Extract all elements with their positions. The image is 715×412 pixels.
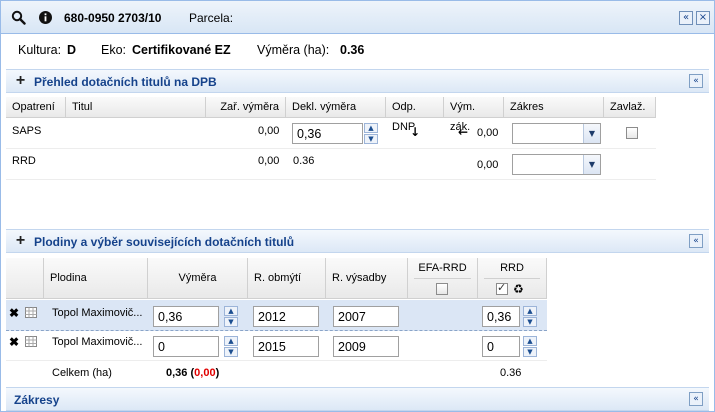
rrd-input[interactable]: 0: [482, 336, 520, 357]
total-vymera: 0,36 (0,00): [166, 367, 220, 379]
col-header-zakres[interactable]: Zákres: [504, 97, 604, 117]
grid-icon[interactable]: [25, 307, 37, 318]
r-obmyti-input[interactable]: 2015: [253, 336, 319, 357]
row-plodina: Topol Maximovič...: [52, 307, 143, 319]
search-icon[interactable]: [11, 10, 26, 25]
chevron-down-icon[interactable]: ▼: [583, 124, 600, 143]
vymera-spinner[interactable]: ▲ ▼: [224, 336, 238, 357]
section-title: Zákresy: [14, 393, 60, 407]
parcel-window: 680-0950 2703/10 Parcela: « × Kultura: D…: [0, 0, 715, 412]
efa-rrd-checkbox[interactable]: [436, 283, 448, 295]
eko-label: Eko:: [101, 43, 127, 57]
section-dotacni-tituly-header[interactable]: + Přehled dotačních titulů na DPB «: [6, 69, 709, 93]
vymera-value: 0.36: [340, 43, 365, 57]
collapse-window-button[interactable]: «: [679, 11, 693, 25]
rrd-checkbox[interactable]: ✓: [496, 281, 508, 295]
row-opatreni: SAPS: [12, 125, 42, 137]
section-zakresy-header[interactable]: Zákresy «: [6, 387, 709, 411]
row-dekl-vymera: 0.36: [293, 155, 315, 167]
r-vysadby-input[interactable]: 2007: [333, 306, 399, 327]
add-icon[interactable]: +: [13, 73, 28, 89]
spin-up-icon[interactable]: ▲: [523, 336, 537, 346]
col-header-r-obmyti[interactable]: R. obmýtí: [248, 258, 326, 298]
section-title: Plodiny a výběr souvisejících dotačních …: [34, 235, 295, 249]
col-header-zavlaz[interactable]: Zavlaž.: [604, 97, 656, 117]
r-obmyti-input[interactable]: 2012: [253, 306, 319, 327]
grid-icon[interactable]: [25, 336, 37, 347]
spin-down-icon[interactable]: ▼: [224, 347, 238, 357]
col-header-odp-dnp[interactable]: Odp. DNP: [386, 97, 444, 133]
r-vysadby-input[interactable]: 2009: [333, 336, 399, 357]
collapse-section-button[interactable]: «: [689, 392, 703, 406]
col-header-plodina[interactable]: Plodina: [44, 258, 148, 298]
col-header-vym-zak[interactable]: Vým. zák.: [444, 97, 504, 133]
spin-down-icon[interactable]: ▼: [224, 317, 238, 327]
row-plodina: Topol Maximovič...: [52, 336, 143, 348]
parcel-id: 680-0950 2703/10: [64, 11, 162, 25]
row-zar-vymera: 0,00: [258, 155, 280, 167]
delete-icon[interactable]: ✖: [9, 306, 19, 320]
row-vym-zak: 0,00: [477, 159, 499, 171]
spin-down-icon[interactable]: ▼: [364, 134, 378, 144]
dekl-vymera-spinner[interactable]: ▲ ▼: [364, 123, 378, 144]
collapse-section-button[interactable]: «: [689, 74, 703, 88]
spin-down-icon[interactable]: ▼: [523, 347, 537, 357]
window-header: 680-0950 2703/10 Parcela: « ×: [1, 1, 714, 34]
total-rrd: 0.36: [500, 367, 522, 379]
spin-up-icon[interactable]: ▲: [523, 306, 537, 316]
dekl-vymera-input[interactable]: 0,36: [292, 123, 363, 144]
zavlaz-checkbox[interactable]: [626, 127, 638, 139]
vymera-label: Výměra (ha):: [257, 43, 330, 57]
col-header-zar-vymera[interactable]: Zař. výměra: [206, 97, 286, 117]
col-header-titul[interactable]: Titul: [66, 97, 206, 117]
kultura-label: Kultura:: [18, 43, 62, 57]
recycle-icon[interactable]: ♻: [513, 282, 524, 296]
rrd-spinner[interactable]: ▲ ▼: [523, 336, 537, 357]
arrow-left-icon[interactable]: ←: [458, 125, 468, 139]
chevron-down-icon[interactable]: ▼: [583, 155, 600, 174]
col-header-vymera[interactable]: Výměra: [148, 258, 248, 298]
spin-up-icon[interactable]: ▲: [224, 306, 238, 316]
col-header-r-vysadby[interactable]: R. výsadby: [326, 258, 408, 298]
row-vym-zak: 0,00: [477, 127, 499, 139]
collapse-section-button[interactable]: «: [689, 234, 703, 248]
row-zar-vymera: 0,00: [258, 125, 280, 137]
col-header-opatreni[interactable]: Opatrení: [6, 97, 66, 117]
close-window-button[interactable]: ×: [696, 11, 710, 25]
section-plodiny-header[interactable]: + Plodiny a výběr souvisejících dotačníc…: [6, 229, 709, 253]
total-remaining: 0,00: [194, 367, 216, 379]
zakres-select[interactable]: ▼: [512, 123, 601, 144]
kultura-value: D: [67, 43, 77, 57]
spin-up-icon[interactable]: ▲: [224, 336, 238, 346]
rrd-input[interactable]: 0,36: [482, 306, 520, 327]
info-icon[interactable]: [38, 10, 53, 25]
row-opatreni: RRD: [12, 155, 36, 167]
section-title: Přehled dotačních titulů na DPB: [34, 75, 217, 89]
col-header-actions: [6, 258, 44, 298]
delete-icon[interactable]: ✖: [9, 335, 19, 349]
spin-up-icon[interactable]: ▲: [364, 123, 378, 133]
add-icon[interactable]: +: [13, 233, 28, 249]
eko-value: Certifikované EZ: [132, 43, 231, 57]
vymera-input[interactable]: 0: [153, 336, 219, 357]
vymera-spinner[interactable]: ▲ ▼: [224, 306, 238, 327]
dotace-grid-header: Opatrení Titul Zař. výměra Dekl. výměra …: [6, 97, 656, 133]
spin-down-icon[interactable]: ▼: [523, 317, 537, 327]
total-label: Celkem (ha): [52, 367, 112, 379]
plodiny-grid-header: Plodina Výměra R. obmýtí R. výsadby EFA-…: [6, 258, 547, 299]
zakres-select[interactable]: ▼: [512, 154, 601, 175]
col-header-dekl-vymera[interactable]: Dekl. výměra: [286, 97, 386, 117]
arrow-down-icon[interactable]: ↓: [410, 125, 420, 139]
parcela-label: Parcela:: [189, 11, 234, 25]
rrd-spinner[interactable]: ▲ ▼: [523, 306, 537, 327]
vymera-input[interactable]: 0,36: [153, 306, 219, 327]
